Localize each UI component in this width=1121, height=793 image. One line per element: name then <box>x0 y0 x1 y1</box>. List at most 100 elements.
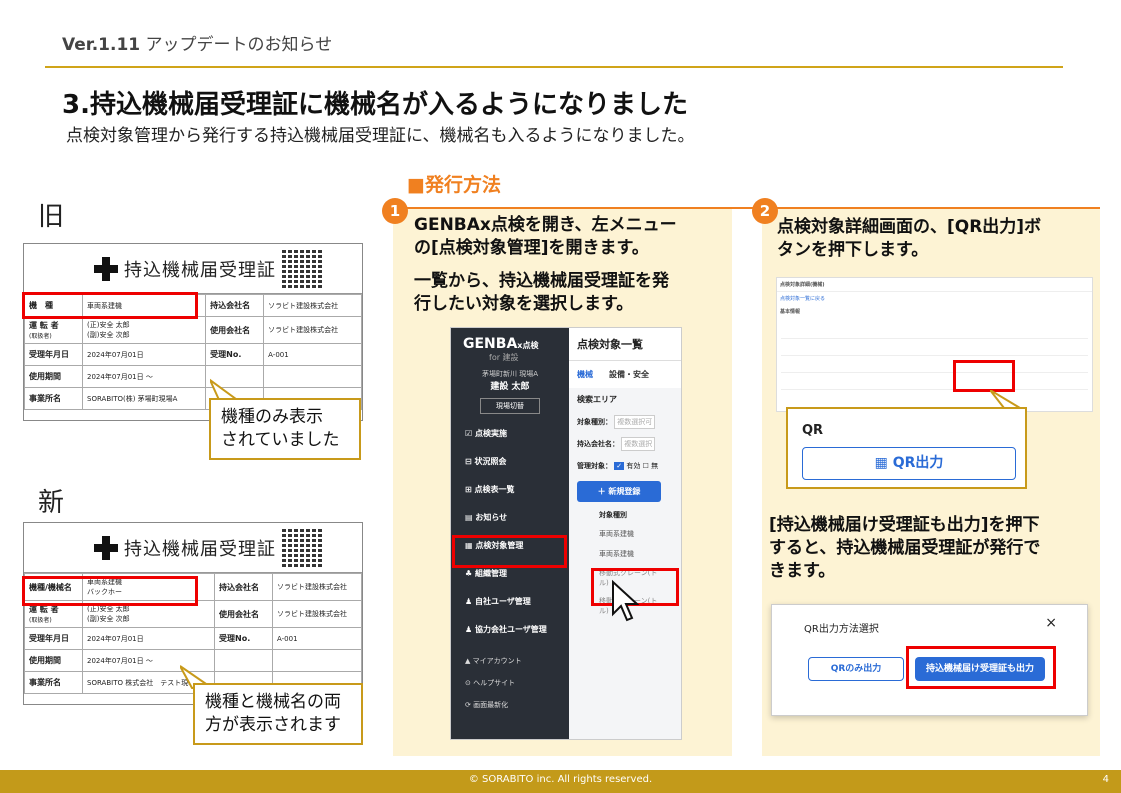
field-value: ソラビト建設株式会社 <box>263 316 362 344</box>
table-row[interactable]: 車両系建機 <box>569 524 681 544</box>
table-row: 受理年月日 2024年07月01日 受理No. A-001 <box>24 343 362 366</box>
field-value: A-001 <box>272 627 362 650</box>
page-number: 4 <box>1102 774 1109 785</box>
column-header: 対象種別 <box>599 511 627 519</box>
step1-number: 1 <box>382 198 408 224</box>
new-callout: 機種と機械名の両 方が表示されます <box>193 683 363 745</box>
app-logo: GENBA <box>463 336 518 352</box>
sidebar-item[interactable]: ♟ 自社ユーザ管理 <box>451 588 569 616</box>
highlight-box <box>906 646 1056 689</box>
site-name: 茅場町新川 現場A <box>481 370 538 378</box>
field-value <box>263 365 362 388</box>
field-value: 2024年07月01日 ～ <box>81 365 207 388</box>
site-switch-button[interactable]: 現場切替 <box>480 398 540 414</box>
app-logo-x: x点検 <box>517 341 539 350</box>
field-label: 事業所名 <box>24 387 83 410</box>
version-number: Ver.1.11 <box>62 35 141 55</box>
filter-type-label: 対象種別： <box>577 418 612 426</box>
tab-machine[interactable]: 機械 <box>577 370 593 379</box>
new-label: 新 <box>38 488 65 518</box>
detail-back-link[interactable]: 点検対象一覧に戻る <box>777 292 1092 305</box>
field-label: 持込会社名 <box>205 294 265 317</box>
cross-icon <box>94 536 118 560</box>
sidebar-sub-item[interactable]: ⊙ ヘルプサイト <box>451 672 569 694</box>
field-label: 受理年月日 <box>24 343 83 366</box>
field-label: 事業所名 <box>24 671 83 694</box>
sidebar-item[interactable]: ☑ 点検実施 <box>451 420 569 448</box>
highlight-box <box>22 292 198 319</box>
header-rule <box>45 66 1063 68</box>
old-certificate: 持込機械届受理証 機 種車両系建機 持込会社名 ソラビト建設株式会社運 転 者 (取扱… <box>23 243 363 421</box>
certificate-title: 持込機械届受理証 <box>124 260 276 281</box>
driver-sub-label: (取扱者) <box>29 617 52 624</box>
copyright: © SORABITO inc. All rights reserved. <box>468 774 653 785</box>
qr-zoom: QR ▦ QR出力 <box>786 407 1027 489</box>
field-label: 運 転 者 (取扱者) <box>24 316 83 344</box>
dialog-title: QR出力方法選択 <box>804 624 879 635</box>
step1-text: GENBAx点検を開き、左メニュー の[点検対象管理]を開きます。 <box>414 215 677 258</box>
field-value: ソラビト建設株式会社 <box>272 600 362 628</box>
qr-code-icon <box>282 248 322 288</box>
version-header: Ver.1.11 アップデートのお知らせ <box>62 30 332 55</box>
table-row: 受理年月日 2024年07月01日 受理No. A-001 <box>24 627 362 650</box>
version-subtitle: アップデートのお知らせ <box>140 35 333 55</box>
app-page-title: 点検対象一覧 <box>569 328 681 361</box>
field-value: A-001 <box>263 343 362 366</box>
field-value: 2024年07月01日 <box>81 343 207 366</box>
sidebar-item[interactable]: ⊟ 状況照会 <box>451 448 569 476</box>
filter-type-input[interactable]: 複数選択可 <box>614 415 656 429</box>
field-value: ソラビト建設株式会社 <box>263 294 362 317</box>
highlight-box <box>452 535 567 568</box>
filter-managed-label: 管理対象： <box>577 462 612 470</box>
sidebar-sub-item[interactable]: ⟳ 画面最新化 <box>451 694 569 716</box>
app-screenshot: GENBAx点検 for 建設 茅場町新川 現場A 建設 太郎 現場切替 ☑ 点… <box>450 327 682 740</box>
field-label: 受理No. <box>214 627 274 650</box>
sidebar-item[interactable]: ♟ 協力会社ユーザ管理 <box>451 616 569 644</box>
app-main: 点検対象一覧 機械 設備・安全 検索エリア 対象種別： 複数選択可 持込会社名：… <box>569 328 681 739</box>
driver-sub-label: (取扱者) <box>29 333 52 340</box>
field-value: ソラビト建設株式会社 <box>272 573 362 601</box>
search-area-title: 検索エリア <box>577 395 617 404</box>
filter-option-active: 有効 <box>626 462 641 470</box>
table-row[interactable]: 車両系建機 <box>569 544 681 564</box>
app-logo-sub: for 建設 <box>489 353 519 362</box>
field-label: 受理年月日 <box>24 627 83 650</box>
close-icon[interactable]: × <box>1045 615 1057 631</box>
field-label: 使用期間 <box>24 365 83 388</box>
field-label: 受理No. <box>205 343 265 366</box>
step1-text2: 一覧から、持込機械届受理証を発 行したい対象を選択します。 <box>414 271 669 314</box>
field-value: SORABITO(株) 茅場町現場A <box>81 387 207 410</box>
cross-icon <box>94 257 118 281</box>
page-subtitle: 点検対象管理から発行する持込機械届受理証に、機械名も入るようになりました。 <box>66 126 695 146</box>
old-callout: 機種のみ表示 されていました <box>209 398 361 460</box>
app-sidebar: GENBAx点検 for 建設 茅場町新川 現場A 建設 太郎 現場切替 ☑ 点… <box>451 328 569 739</box>
filter-company-input[interactable]: 複数選択 <box>621 437 656 451</box>
step2-text: 点検対象詳細画面の、[QR出力]ボ タンを押下します。 <box>777 217 1042 260</box>
field-label: 使用会社名 <box>214 600 274 628</box>
step2-text2: [持込機械届け受理証も出力]を押下 すると、持込機械届受理証が発行で きます。 <box>769 515 1041 581</box>
filter-option-inactive: 無 <box>651 462 659 470</box>
checkbox-checked-icon[interactable]: ✓ <box>614 462 625 470</box>
qr-label: QR <box>802 423 824 438</box>
qr-output-button[interactable]: ▦ QR出力 <box>802 447 1016 480</box>
user-name: 建設 太郎 <box>490 382 530 392</box>
table-row: 運 転 者 (取扱者) (正)安全 太郎 (副)安全 次郎 使用会社名 ソラビト建設株式… <box>24 316 362 344</box>
tab-equipment[interactable]: 設備・安全 <box>609 370 649 379</box>
sidebar-item[interactable]: ▤ お知らせ <box>451 504 569 532</box>
step2-number: 2 <box>752 198 778 224</box>
new-register-button[interactable]: ＋ 新規登録 <box>577 481 661 502</box>
qr-code-icon <box>282 527 322 567</box>
detail-fields <box>781 322 1088 392</box>
old-label: 旧 <box>38 202 65 232</box>
qr-output-label: QR出力 <box>892 455 944 471</box>
sidebar-item[interactable]: ⊞ 点検表一覧 <box>451 476 569 504</box>
detail-basic-info: 基本情報 <box>780 309 801 315</box>
field-label: 使用会社名 <box>205 316 265 344</box>
cursor-icon <box>612 579 640 622</box>
method-heading: ■発行方法 <box>407 174 501 196</box>
page-title: 3.持込機械届受理証に機械名が入るようになりました <box>62 90 688 120</box>
highlight-box <box>953 360 1015 392</box>
qr-only-button[interactable]: QRのみ出力 <box>808 657 904 681</box>
highlight-box <box>22 576 198 606</box>
sidebar-sub-item[interactable]: ▲ マイアカウント <box>451 650 569 672</box>
